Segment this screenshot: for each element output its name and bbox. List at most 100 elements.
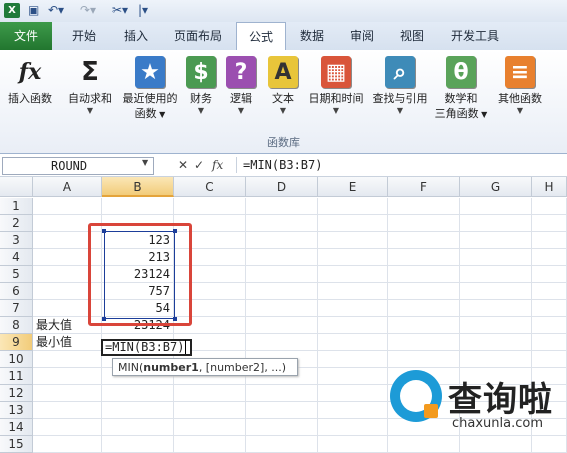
customize-qat-icon[interactable]: |▾ (138, 3, 148, 18)
row-header-13[interactable]: 13 (0, 402, 33, 419)
name-box-dropdown-icon[interactable]: ▼ (142, 158, 148, 167)
row-header-15[interactable]: 15 (0, 436, 33, 453)
cell-e8[interactable] (318, 317, 388, 334)
cell-e1[interactable] (318, 198, 388, 215)
cell-d3[interactable] (246, 232, 318, 249)
cell-a12[interactable] (33, 385, 102, 402)
autosum-button[interactable]: Σ 自动求和 ▼ (62, 56, 118, 116)
row-header-2[interactable]: 2 (0, 215, 33, 232)
cell-b15[interactable] (102, 436, 174, 453)
cell-e5[interactable] (318, 266, 388, 283)
tab-developer[interactable]: 开发工具 (442, 22, 508, 50)
excel-icon[interactable]: X (4, 3, 20, 18)
cell-g5[interactable] (460, 266, 532, 283)
cell-d4[interactable] (246, 249, 318, 266)
cell-e15[interactable] (318, 436, 388, 453)
tab-page-layout[interactable]: 页面布局 (164, 22, 232, 50)
date-time-button[interactable]: ▦ 日期和时间 ▼ (304, 56, 368, 116)
cell-g9[interactable] (460, 334, 532, 351)
column-header-d[interactable]: D (246, 177, 318, 197)
cell-c13[interactable] (174, 402, 246, 419)
column-header-g[interactable]: G (460, 177, 532, 197)
cell-h4[interactable] (532, 249, 567, 266)
cell-b12[interactable] (102, 385, 174, 402)
date-time-dropdown-icon[interactable]: ▼ (304, 106, 368, 116)
cell-d9[interactable] (246, 334, 318, 351)
cell-g7[interactable] (460, 300, 532, 317)
autosum-dropdown-icon[interactable]: ▼ (62, 106, 118, 116)
cell-g4[interactable] (460, 249, 532, 266)
range-handle[interactable] (102, 229, 106, 233)
financial-button[interactable]: $ 财务 ▼ (184, 56, 218, 116)
more-functions-button[interactable]: ≡ 其他函数 ▼ (492, 56, 548, 116)
lookup-dropdown-icon[interactable]: ▼ (368, 106, 432, 116)
row-header-3[interactable]: 3 (0, 232, 33, 249)
tab-file[interactable]: 文件 (0, 22, 52, 50)
undo-icon[interactable]: ↶▾ (48, 3, 64, 18)
cell-h7[interactable] (532, 300, 567, 317)
save-icon[interactable]: ▣ (28, 3, 39, 18)
cell-d12[interactable] (246, 385, 318, 402)
cell-g8[interactable] (460, 317, 532, 334)
cell-a14[interactable] (33, 419, 102, 436)
tab-data[interactable]: 数据 (290, 22, 334, 50)
column-header-a[interactable]: A (33, 177, 102, 197)
cell-a11[interactable] (33, 368, 102, 385)
math-trig-button[interactable]: θ 数学和 三角函数 ▼ (432, 56, 490, 122)
name-box[interactable]: ROUND (2, 157, 154, 175)
cell-e6[interactable] (318, 283, 388, 300)
cell-c15[interactable] (174, 436, 246, 453)
cell-c14[interactable] (174, 419, 246, 436)
insert-function-button[interactable]: fx 插入函数 (2, 56, 58, 106)
tab-insert[interactable]: 插入 (112, 22, 160, 50)
cell-e12[interactable] (318, 385, 388, 402)
cell-a15[interactable] (33, 436, 102, 453)
cell-h5[interactable] (532, 266, 567, 283)
cell-h6[interactable] (532, 283, 567, 300)
redo-icon[interactable]: ↷▾ (80, 3, 96, 18)
lookup-reference-button[interactable]: ⌕ 查找与引用 ▼ (368, 56, 432, 116)
row-header-4[interactable]: 4 (0, 249, 33, 266)
more-functions-dropdown-icon[interactable]: ▼ (492, 106, 548, 116)
tab-home[interactable]: 开始 (60, 22, 108, 50)
cell-e9[interactable] (318, 334, 388, 351)
row-header-7[interactable]: 7 (0, 300, 33, 317)
cell-e11[interactable] (318, 368, 388, 385)
column-header-f[interactable]: F (388, 177, 460, 197)
row-header-12[interactable]: 12 (0, 385, 33, 402)
cell-g1[interactable] (460, 198, 532, 215)
cell-a13[interactable] (33, 402, 102, 419)
cell-f4[interactable] (388, 249, 460, 266)
cell-e13[interactable] (318, 402, 388, 419)
cell-h1[interactable] (532, 198, 567, 215)
tooltip-current-arg[interactable]: number1 (143, 361, 199, 374)
insert-function-icon[interactable]: fx (212, 157, 223, 173)
cell-a9[interactable]: 最小值 (33, 334, 102, 351)
active-cell-editor[interactable]: =MIN(B3:B7) (101, 339, 194, 356)
cell-h3[interactable] (532, 232, 567, 249)
cell-d8[interactable] (246, 317, 318, 334)
tab-review[interactable]: 审阅 (340, 22, 384, 50)
cell-e3[interactable] (318, 232, 388, 249)
range-handle[interactable] (173, 317, 177, 321)
tooltip-function-name[interactable]: MIN( (118, 361, 143, 374)
cell-h9[interactable] (532, 334, 567, 351)
cell-d5[interactable] (246, 266, 318, 283)
tab-formulas[interactable]: 公式 (236, 22, 286, 51)
cell-c12[interactable] (174, 385, 246, 402)
row-header-8[interactable]: 8 (0, 317, 33, 334)
range-handle[interactable] (173, 229, 177, 233)
text-dropdown-icon[interactable]: ▼ (266, 106, 300, 116)
column-header-b[interactable]: B (102, 177, 174, 197)
financial-dropdown-icon[interactable]: ▼ (184, 106, 218, 116)
recently-used-button[interactable]: ★ 最近使用的 函数 ▼ (118, 56, 182, 122)
cell-b14[interactable] (102, 419, 174, 436)
cell-f6[interactable] (388, 283, 460, 300)
cell-e2[interactable] (318, 215, 388, 232)
column-header-e[interactable]: E (318, 177, 388, 197)
cancel-icon[interactable]: ✕ (178, 157, 188, 173)
range-handle[interactable] (102, 317, 106, 321)
cell-e10[interactable] (318, 351, 388, 368)
formula-input[interactable]: =MIN(B3:B7) (236, 157, 567, 173)
row-header-11[interactable]: 11 (0, 368, 33, 385)
